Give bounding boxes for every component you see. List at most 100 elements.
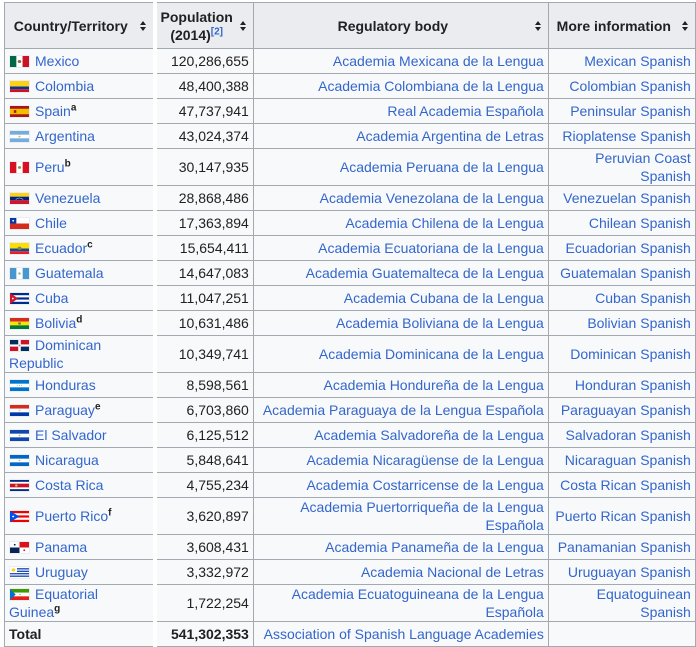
total-regulatory-cell: Association of Spanish Language Academie… [252, 621, 549, 647]
more-info-link[interactable]: Paraguayan Spanish [561, 402, 691, 418]
more-info-link[interactable]: Chilean Spanish [589, 215, 691, 231]
country-link[interactable]: Uruguay [35, 564, 88, 580]
footnote-marker[interactable]: g [54, 603, 60, 614]
country-link[interactable]: Costa Rica [35, 477, 103, 493]
population-cell: 48,400,388 [152, 73, 254, 99]
more-info-link[interactable]: Dominican Spanish [570, 346, 691, 362]
country-link[interactable]: Argentina [35, 128, 95, 144]
regulatory-body-link[interactable]: Academia Chilena de la Lengua [345, 215, 543, 231]
regulatory-body-link[interactable]: Academia Dominicana de la Lengua [319, 346, 544, 362]
country-link[interactable]: Venezuela [35, 190, 100, 206]
regulatory-body-link[interactable]: Academia Boliviana de la Lengua [336, 315, 544, 331]
table-row: Spaina 47,737,941 Real Academia Española… [4, 98, 696, 124]
regulatory-body-link[interactable]: Academia Costarricense de la Lengua [306, 477, 543, 493]
regulatory-body-link[interactable]: Academia Cubana de la Lengua [344, 290, 544, 306]
regulatory-body-link[interactable]: Real Academia Española [387, 103, 543, 119]
regulatory-body-link[interactable]: Academia Paraguaya de la Lengua Española [263, 402, 544, 418]
country-link[interactable]: Honduras [35, 377, 96, 393]
more-info-link[interactable]: Mexican Spanish [584, 53, 691, 69]
regulatory-body-link[interactable]: Academia Nacional de Letras [361, 564, 544, 580]
country-link[interactable]: Bolivia [35, 315, 76, 331]
population-cell: 6,703,860 [152, 397, 254, 423]
regulatory-body-cell: Academia Colombiana de la Lengua [252, 73, 549, 99]
regulatory-body-link[interactable]: Academia Hondureña de la Lengua [324, 377, 544, 393]
more-info-link[interactable]: Puerto Rican Spanish [555, 508, 690, 524]
country-link[interactable]: Panama [35, 539, 87, 555]
more-info-link[interactable]: Guatemalan Spanish [560, 265, 691, 281]
country-link[interactable]: Colombia [35, 78, 94, 94]
footnote-marker[interactable]: b [65, 158, 71, 169]
sort-icon[interactable] [139, 20, 146, 31]
country-link[interactable]: Paraguay [35, 402, 95, 418]
costa-rica-flag-icon [9, 479, 30, 492]
more-info-link[interactable]: Cuban Spanish [595, 290, 691, 306]
header-regulatory-body[interactable]: Regulatory body [252, 2, 549, 49]
footnote-marker[interactable]: d [76, 314, 82, 325]
sort-icon[interactable] [681, 20, 688, 31]
more-info-cell: Salvadoran Spanish [547, 422, 696, 448]
more-info-link[interactable]: Nicaraguan Spanish [565, 452, 691, 468]
sort-icon[interactable] [534, 20, 541, 31]
more-info-link[interactable]: Ecuadorian Spanish [566, 240, 691, 256]
more-info-cell: Uruguayan Spanish [547, 559, 696, 585]
association-link[interactable]: Association of Spanish Language Academie… [264, 626, 544, 642]
country-link[interactable]: Spain [35, 103, 71, 119]
more-info-link[interactable]: Venezuelan Spanish [563, 190, 691, 206]
more-info-link[interactable]: Bolivian Spanish [587, 315, 691, 331]
country-link[interactable]: Peru [35, 159, 65, 175]
header-country[interactable]: Country/Territory [4, 2, 155, 49]
population-cell: 8,598,561 [152, 372, 254, 398]
regulatory-body-link[interactable]: Academia Ecuatoguineana de la Lengua Esp… [292, 586, 544, 620]
footnote-marker[interactable]: a [71, 102, 77, 113]
table-row: Nicaragua 5,848,641 Academia Nicaragüens… [4, 447, 696, 473]
country-link[interactable]: Mexico [35, 53, 79, 69]
more-info-cell: Colombian Spanish [547, 73, 696, 99]
more-info-link[interactable]: Rioplatense Spanish [562, 128, 690, 144]
more-info-cell: Peruvian Coast Spanish [547, 148, 696, 186]
more-info-link[interactable]: Uruguayan Spanish [568, 564, 691, 580]
population-cell: 11,047,251 [152, 285, 254, 311]
more-info-link[interactable]: Peruvian Coast Spanish [595, 150, 691, 184]
country-link[interactable]: Nicaragua [35, 452, 99, 468]
regulatory-body-link[interactable]: Academia Venezolana de la Lengua [320, 190, 544, 206]
regulatory-body-link[interactable]: Academia Peruana de la Lengua [340, 159, 544, 175]
sort-icon[interactable] [239, 20, 246, 31]
regulatory-body-link[interactable]: Academia Panameña de la Lengua [325, 539, 544, 555]
regulatory-body-cell: Academia Argentina de Letras [252, 123, 549, 149]
regulatory-body-link[interactable]: Academia Puertorriqueña de la Lengua Esp… [300, 499, 544, 533]
more-info-link[interactable]: Salvadoran Spanish [566, 427, 691, 443]
more-info-link[interactable]: Costa Rican Spanish [560, 477, 691, 493]
country-link[interactable]: Guatemala [35, 265, 103, 281]
population-cell: 3,608,431 [152, 534, 254, 560]
header-population[interactable]: Population (2014)[2] [152, 2, 254, 49]
regulatory-body-link[interactable]: Academia Salvadoreña de la Lengua [314, 427, 544, 443]
header-more-information[interactable]: More information [547, 2, 696, 49]
footnote-marker[interactable]: e [95, 401, 101, 412]
regulatory-body-link[interactable]: Academia Nicaragüense de la Lengua [306, 452, 543, 468]
population-cell: 10,631,486 [152, 310, 254, 336]
more-info-link[interactable]: Panamanian Spanish [558, 539, 691, 555]
table-row: Honduras 8,598,561 Academia Hondureña de… [4, 372, 696, 398]
more-info-cell: Peninsular Spanish [547, 98, 696, 124]
regulatory-body-link[interactable]: Academia Ecuatoriana de la Lengua [318, 240, 544, 256]
more-info-cell: Puerto Rican Spanish [547, 497, 696, 535]
country-link[interactable]: Chile [35, 215, 67, 231]
country-link[interactable]: Ecuador [35, 240, 87, 256]
regulatory-body-link[interactable]: Academia Argentina de Letras [356, 128, 544, 144]
table-row: Puerto Ricof 3,620,897 Academia Puertorr… [4, 497, 696, 535]
footnote-marker[interactable]: c [87, 239, 93, 250]
population-reference-link[interactable]: [2] [211, 26, 223, 37]
venezuela-flag-icon [9, 192, 30, 205]
regulatory-body-link[interactable]: Academia Colombiana de la Lengua [318, 78, 544, 94]
country-link[interactable]: Puerto Rico [35, 508, 108, 524]
country-link[interactable]: Cuba [35, 290, 68, 306]
more-info-link[interactable]: Honduran Spanish [575, 377, 691, 393]
country-link[interactable]: El Salvador [35, 427, 107, 443]
regulatory-body-link[interactable]: Academia Mexicana de la Lengua [333, 53, 544, 69]
more-info-link[interactable]: Colombian Spanish [569, 78, 690, 94]
footnote-marker[interactable]: f [108, 507, 111, 518]
more-info-link[interactable]: Peninsular Spanish [570, 103, 691, 119]
regulatory-body-link[interactable]: Academia Guatemalteca de la Lengua [306, 265, 544, 281]
more-info-link[interactable]: Equatoguinean Spanish [597, 586, 691, 620]
regulatory-body-cell: Academia Peruana de la Lengua [252, 148, 549, 186]
